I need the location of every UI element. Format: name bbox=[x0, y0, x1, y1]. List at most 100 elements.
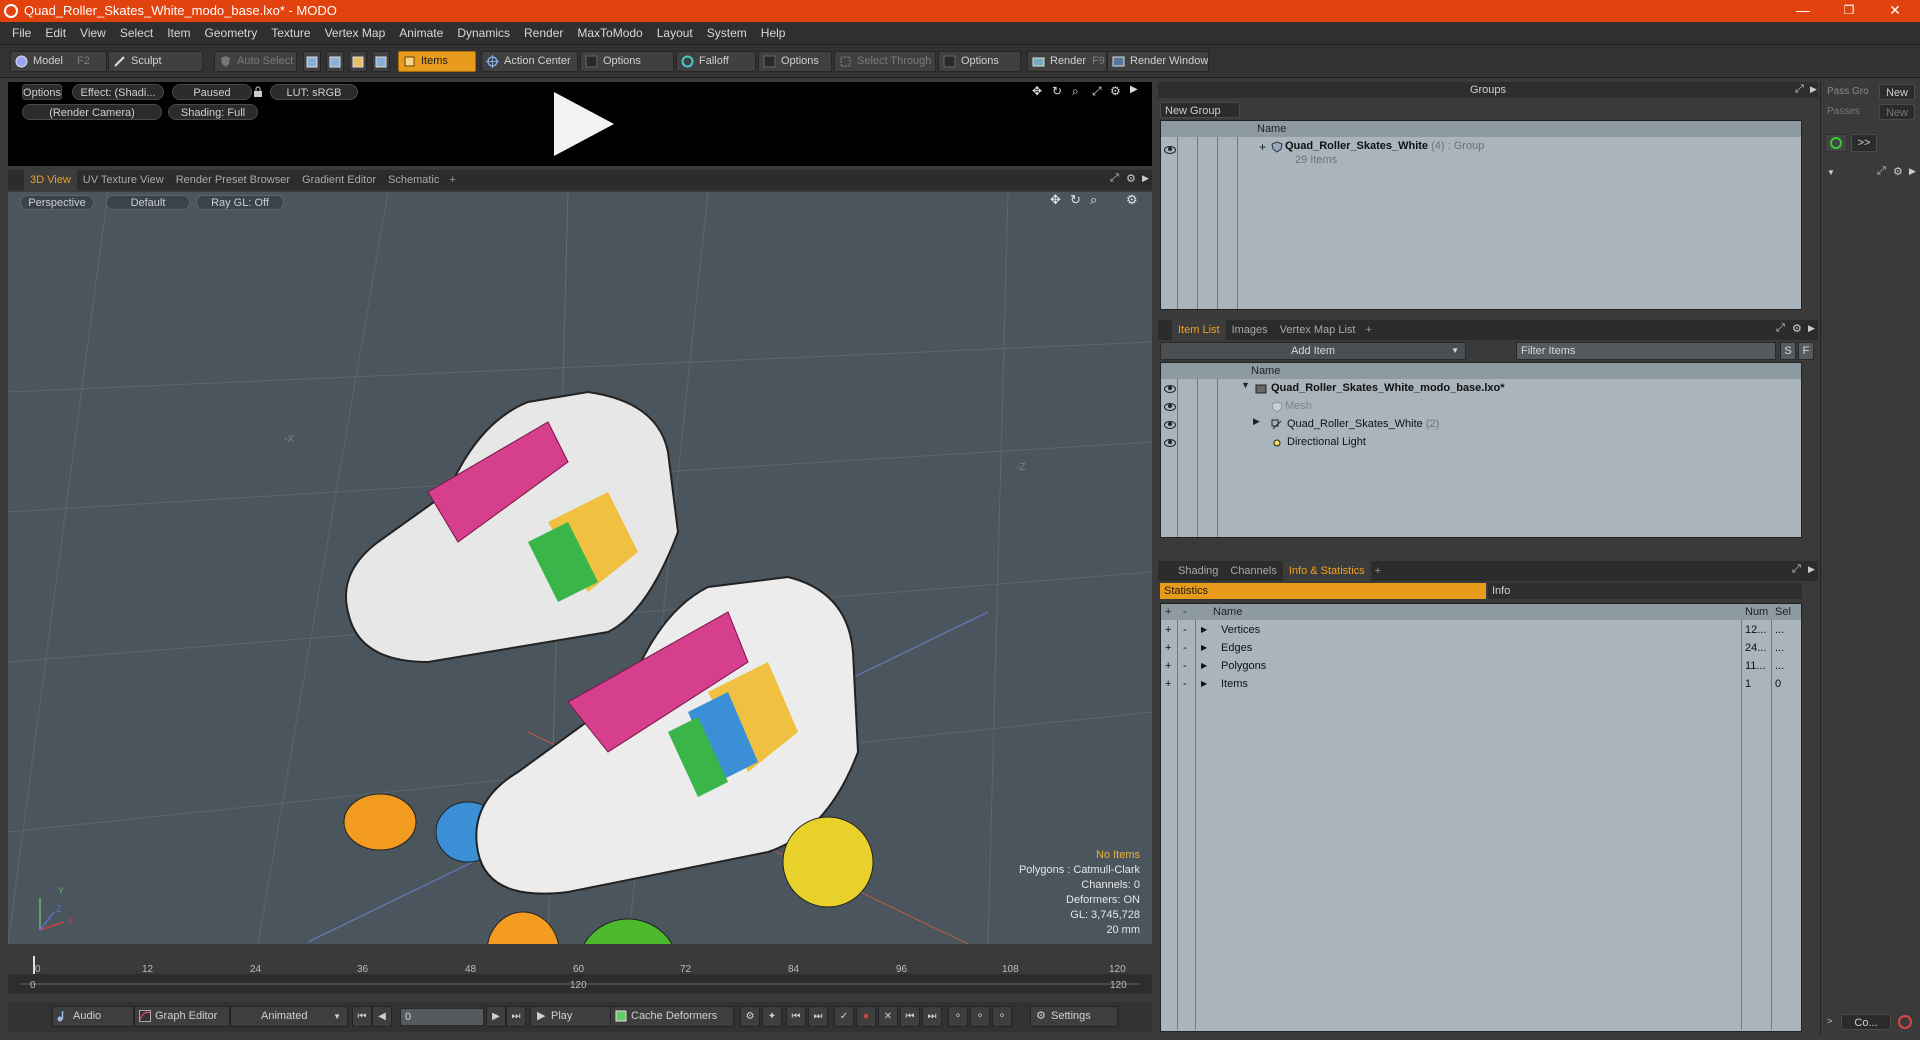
step-back-button[interactable]: ◀ bbox=[372, 1006, 392, 1027]
light-row[interactable]: Directional Light bbox=[1287, 433, 1366, 451]
light-visibility-icon[interactable] bbox=[1164, 439, 1176, 447]
items-remove-icon[interactable]: - bbox=[1183, 675, 1187, 693]
stats-remove-all-icon[interactable]: - bbox=[1183, 604, 1187, 620]
group-expand-icon[interactable]: + bbox=[1259, 140, 1266, 154]
item-tree[interactable]: Name ▼ Quad_Roller_Skates_White_modo_bas… bbox=[1160, 362, 1802, 538]
add-item-dropdown[interactable]: Add Item ▼ bbox=[1160, 342, 1466, 360]
tab-images[interactable]: Images bbox=[1226, 320, 1274, 340]
skates-expand-icon[interactable]: ▶ bbox=[1253, 416, 1260, 427]
sculpt-button[interactable]: Sculpt bbox=[108, 51, 203, 72]
filter-s-button[interactable]: S bbox=[1780, 342, 1796, 360]
stats-row-polygons[interactable]: + - ▶ Polygons 11...... bbox=[1161, 657, 1801, 675]
viewport-zoom-icon[interactable]: ⌕ bbox=[1090, 192, 1097, 208]
passes-expand-icon[interactable]: ⤢ bbox=[1877, 165, 1886, 178]
menu-animate[interactable]: Animate bbox=[392, 22, 450, 45]
paused-toggle[interactable]: Paused bbox=[172, 84, 252, 100]
polygons-mode-button[interactable] bbox=[349, 51, 367, 72]
timeline[interactable]: 0 12 24 36 48 60 72 84 96 108 120 0 120 … bbox=[8, 954, 1152, 994]
auto-select-button[interactable]: Auto Select bbox=[214, 51, 297, 72]
effect-dropdown[interactable]: Effect: (Shadi... bbox=[72, 84, 164, 100]
refresh-green-icon[interactable] bbox=[1825, 134, 1847, 152]
shading-dropdown[interactable]: Shading: Full bbox=[168, 104, 258, 120]
tab-channels[interactable]: Channels bbox=[1224, 561, 1282, 581]
step-forward-button[interactable]: ▶ bbox=[486, 1006, 506, 1027]
skates-row[interactable]: Quad_Roller_Skates_White (2) bbox=[1287, 415, 1439, 433]
falloff-options-button[interactable]: Options bbox=[758, 51, 832, 72]
polygons-add-icon[interactable]: + bbox=[1165, 657, 1171, 675]
edges-expand-icon[interactable]: ▶ bbox=[1201, 639, 1207, 657]
pass-groups-new-button[interactable]: New bbox=[1879, 84, 1915, 100]
render-camera-dropdown[interactable]: (Render Camera) bbox=[22, 104, 162, 120]
animated-dropdown[interactable]: Animated ▼ bbox=[230, 1006, 348, 1027]
vertices-expand-icon[interactable]: ▶ bbox=[1201, 621, 1207, 639]
add-item-tab-button[interactable]: + bbox=[1361, 320, 1375, 340]
preview-zoom-icon[interactable]: ⌕ bbox=[1072, 84, 1079, 99]
tab-schematic[interactable]: Schematic bbox=[382, 170, 445, 190]
materials-mode-button[interactable] bbox=[372, 51, 390, 72]
menu-dynamics[interactable]: Dynamics bbox=[450, 22, 517, 45]
stats-add-all-icon[interactable]: + bbox=[1165, 604, 1171, 620]
passes-arrow-icon[interactable]: ▶ bbox=[1909, 166, 1916, 177]
record-icon[interactable]: ● bbox=[856, 1006, 876, 1027]
tab-vertex-map-list[interactable]: Vertex Map List bbox=[1274, 320, 1362, 340]
scene-row[interactable]: Quad_Roller_Skates_White_modo_base.lxo* bbox=[1271, 379, 1505, 397]
filter-items-input[interactable]: Filter Items bbox=[1516, 342, 1776, 360]
preview-arrow-icon[interactable]: ▶ bbox=[1130, 84, 1138, 95]
items-expand-icon[interactable]: ▶ bbox=[1201, 675, 1207, 693]
menu-item[interactable]: Item bbox=[160, 22, 197, 45]
add-tab-button[interactable]: + bbox=[445, 170, 459, 190]
3d-viewport[interactable]: Perspective Default Ray GL: Off ✥ ↻ ⌕ ⚙ … bbox=[8, 192, 1152, 944]
play-icon[interactable] bbox=[546, 88, 618, 160]
model-button[interactable]: Model F2 bbox=[10, 51, 107, 72]
mesh-visibility-icon[interactable] bbox=[1164, 403, 1176, 411]
tab-gradient-editor[interactable]: Gradient Editor bbox=[296, 170, 382, 190]
menu-layout[interactable]: Layout bbox=[650, 22, 700, 45]
menu-view[interactable]: View bbox=[73, 22, 113, 45]
viewport-expand-icon[interactable]: ⤢ bbox=[1110, 172, 1119, 185]
add-info-tab-button[interactable]: + bbox=[1371, 561, 1385, 581]
item-list-gear-icon[interactable]: ⚙ bbox=[1792, 322, 1802, 335]
edges-remove-icon[interactable]: - bbox=[1183, 639, 1187, 657]
menu-select[interactable]: Select bbox=[113, 22, 160, 45]
stats-row-edges[interactable]: + - ▶ Edges 24...... bbox=[1161, 639, 1801, 657]
viewport-gear-icon[interactable]: ⚙ bbox=[1126, 172, 1136, 185]
menu-edit[interactable]: Edit bbox=[38, 22, 73, 45]
items-mode-button[interactable]: Items bbox=[398, 51, 476, 72]
passes-forward-button[interactable]: >> bbox=[1851, 134, 1877, 152]
vertices-add-icon[interactable]: + bbox=[1165, 621, 1171, 639]
stats-row-vertices[interactable]: + - ▶ Vertices 12...... bbox=[1161, 621, 1801, 639]
menu-render[interactable]: Render bbox=[517, 22, 570, 45]
render-window-button[interactable]: Render Window bbox=[1107, 51, 1209, 72]
channel-set-icon[interactable]: ⚬ bbox=[970, 1006, 990, 1027]
default-shading-dropdown[interactable]: Default bbox=[106, 195, 190, 210]
auto-key-icon[interactable]: ✦ bbox=[762, 1006, 782, 1027]
cache-deformers-button[interactable]: Cache Deformers bbox=[610, 1006, 734, 1027]
viewport-pan-icon[interactable]: ✥ bbox=[1050, 192, 1061, 208]
info-subtab[interactable]: Info bbox=[1488, 583, 1802, 599]
next-key-button[interactable]: ⏭ bbox=[808, 1006, 828, 1027]
info-expand-icon[interactable]: ⤢ bbox=[1792, 563, 1801, 576]
go-to-start-button[interactable]: ⏮ bbox=[352, 1006, 372, 1027]
command-arrow-icon[interactable]: > bbox=[1827, 1016, 1832, 1026]
menu-geometry[interactable]: Geometry bbox=[198, 22, 265, 45]
current-frame-field[interactable]: 0 bbox=[400, 1008, 484, 1026]
channel-key-icon[interactable]: ⚬ bbox=[948, 1006, 968, 1027]
preview-move-icon[interactable]: ✥ bbox=[1032, 84, 1042, 98]
group-visibility-icon[interactable] bbox=[1164, 146, 1176, 154]
select-through-button[interactable]: Select Through bbox=[834, 51, 936, 72]
tab-shading[interactable]: Shading bbox=[1172, 561, 1224, 581]
key-prev-icon[interactable]: ⏮ bbox=[900, 1006, 920, 1027]
menu-maxtomodo[interactable]: MaxToModo bbox=[570, 22, 649, 45]
viewport-arrow-icon[interactable]: ▶ bbox=[1142, 173, 1149, 184]
command-button[interactable]: Co... bbox=[1841, 1014, 1891, 1030]
key-next-icon[interactable]: ⏭ bbox=[922, 1006, 942, 1027]
statistics-tab[interactable]: Statistics bbox=[1160, 583, 1486, 599]
restore-button[interactable]: ❐ bbox=[1826, 0, 1872, 22]
key-mode-icon[interactable]: ✕ bbox=[878, 1006, 898, 1027]
falloff-button[interactable]: Falloff bbox=[676, 51, 756, 72]
menu-vertex-map[interactable]: Vertex Map bbox=[318, 22, 393, 45]
polygons-remove-icon[interactable]: - bbox=[1183, 657, 1187, 675]
tab-render-preset-browser[interactable]: Render Preset Browser bbox=[170, 170, 296, 190]
passes-new-button[interactable]: New bbox=[1879, 104, 1915, 120]
stop-icon[interactable] bbox=[1897, 1014, 1913, 1030]
